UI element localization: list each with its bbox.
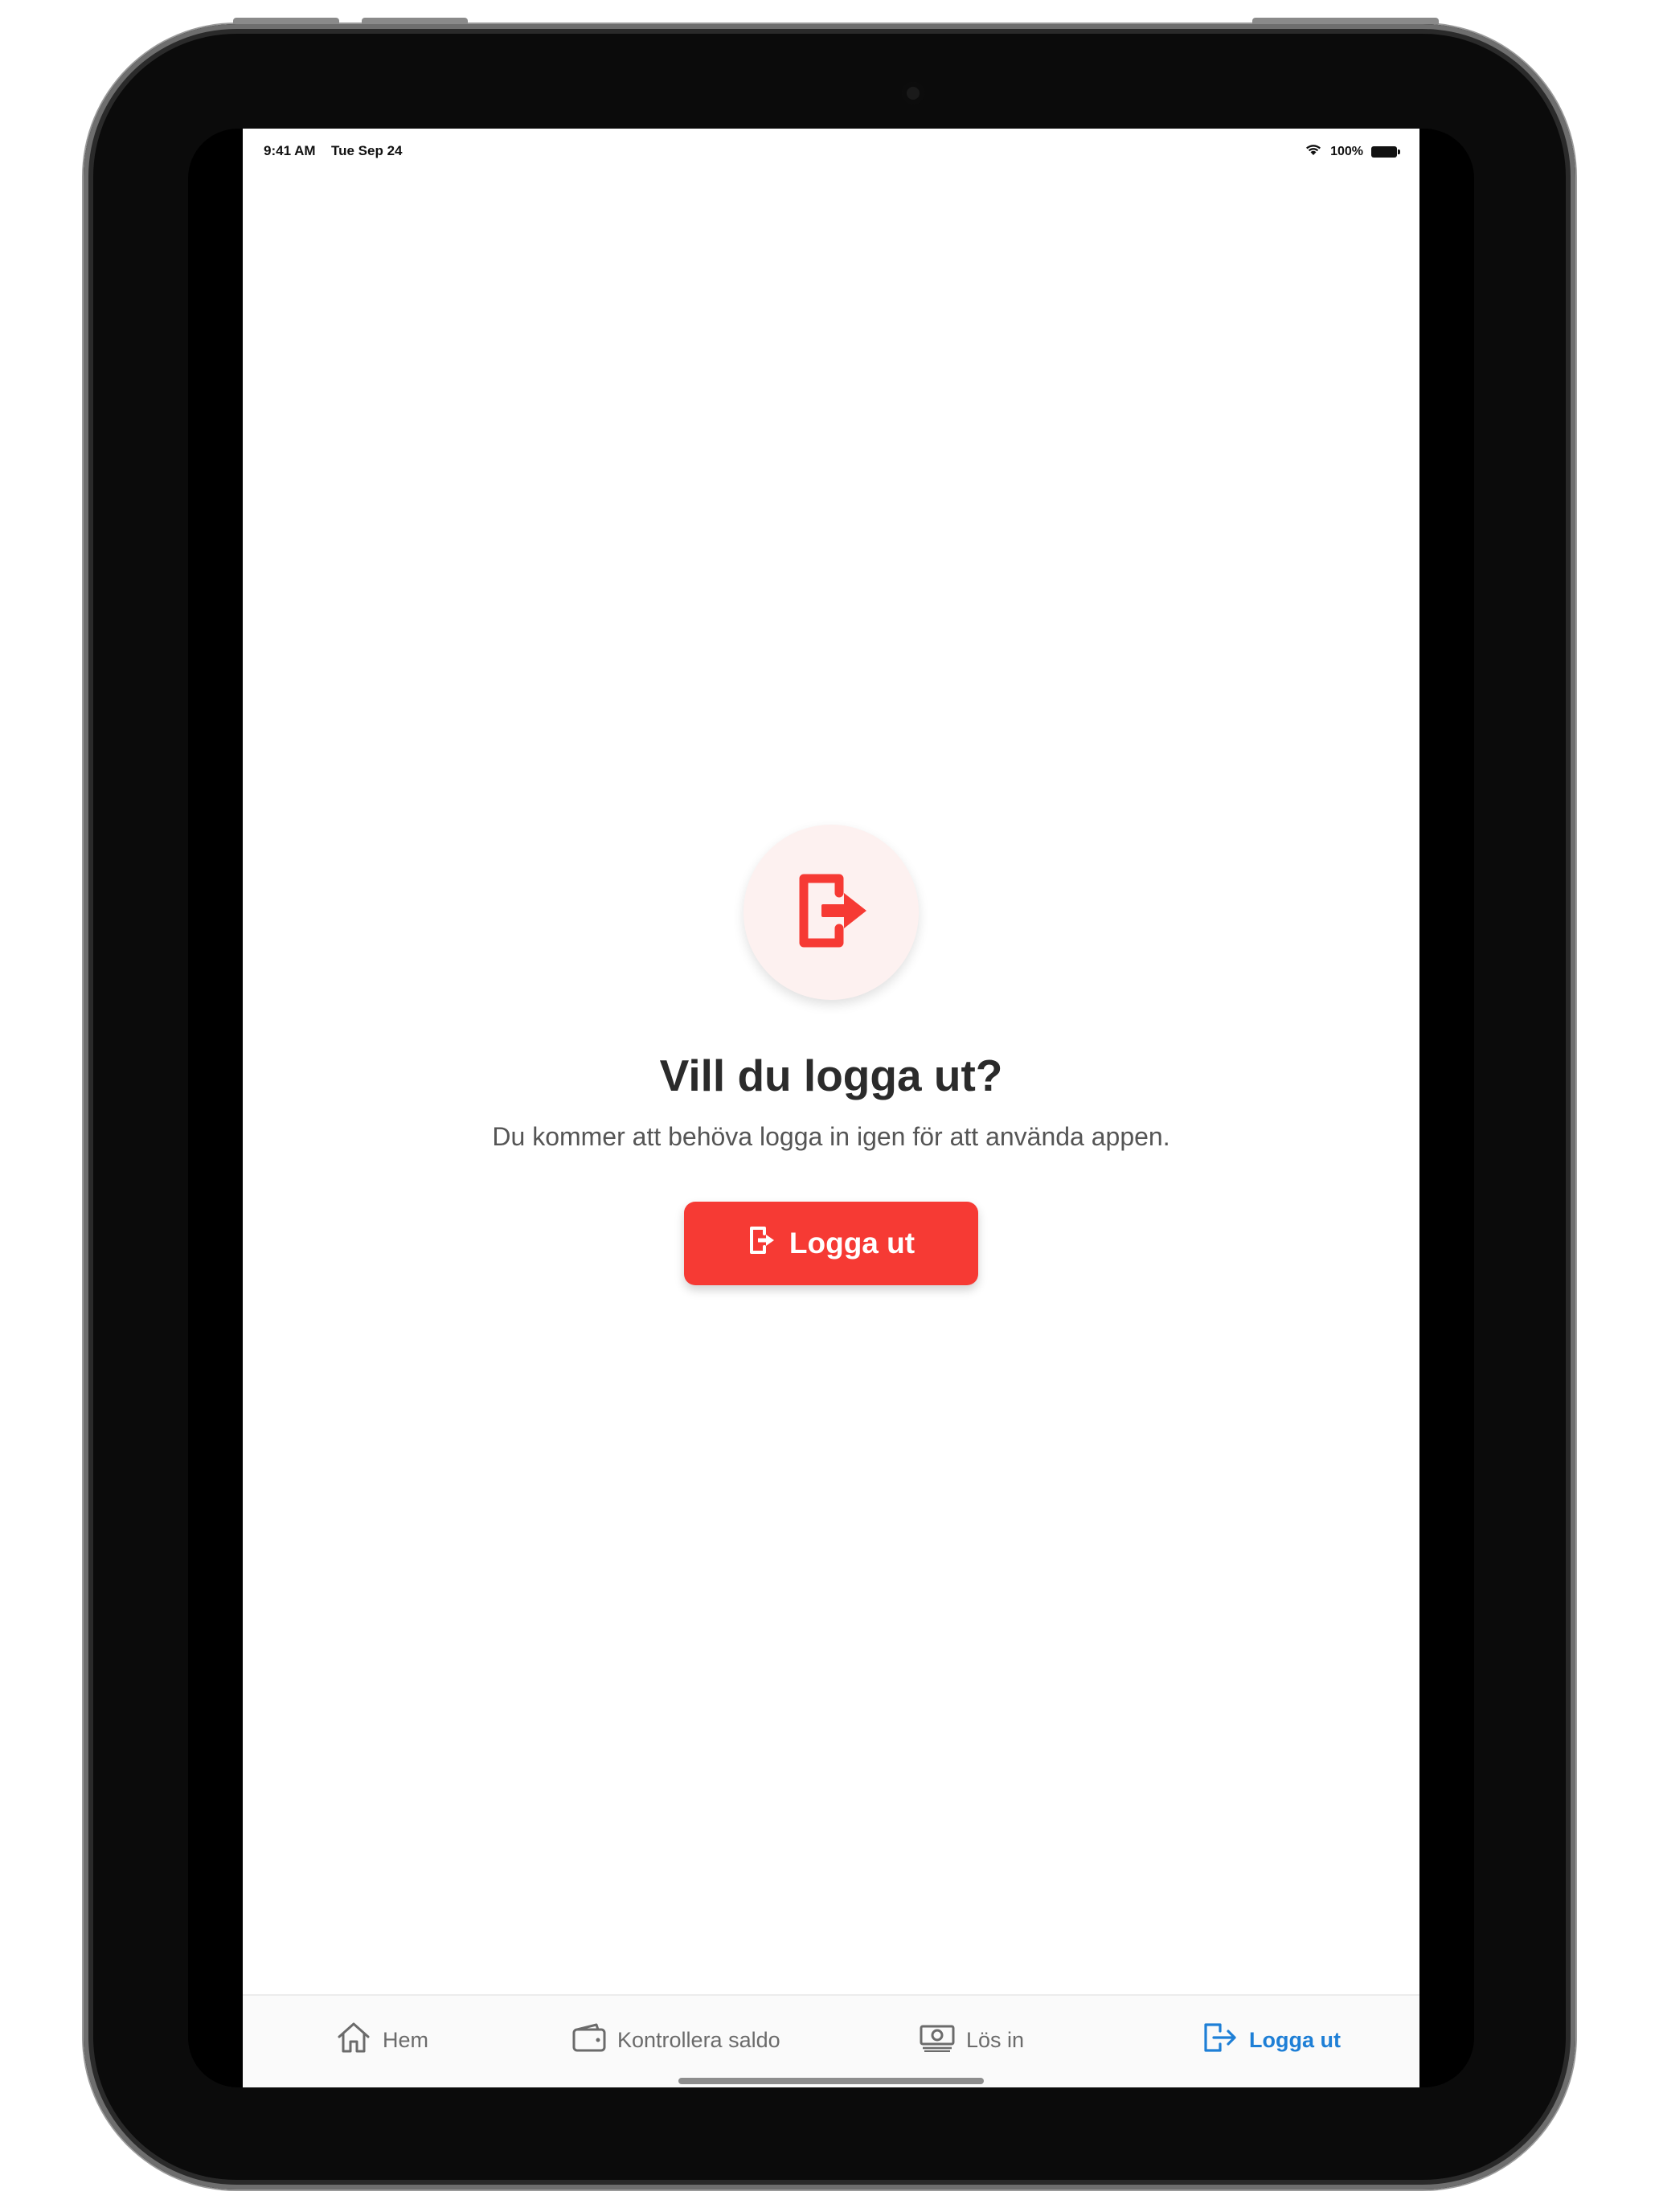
- tab-redeem[interactable]: Lös in: [920, 1996, 1024, 2084]
- app-screen: 9:41 AM Tue Sep 24 100% Vill du logga ut…: [243, 129, 1419, 2087]
- home-indicator[interactable]: [678, 2078, 984, 2084]
- volume-down-button: [362, 18, 468, 24]
- wifi-icon: [1305, 143, 1322, 160]
- tab-home-label: Hem: [383, 2027, 429, 2052]
- home-icon: [336, 2021, 371, 2060]
- front-camera: [902, 82, 924, 104]
- status-date: Tue Sep 24: [331, 143, 403, 158]
- status-time: 9:41 AM: [264, 143, 316, 158]
- tab-check-balance[interactable]: Kontrollera saldo: [572, 1996, 780, 2084]
- tab-logout-label: Logga ut: [1249, 2027, 1341, 2052]
- logout-confirmation: Vill du logga ut? Du kommer att behöva l…: [243, 825, 1419, 1285]
- dialog-title: Vill du logga ut?: [659, 1051, 1003, 1100]
- tab-home[interactable]: Hem: [336, 1996, 428, 2084]
- cash-icon: [920, 2023, 955, 2058]
- wallet-icon: [572, 2023, 606, 2058]
- dialog-message: Du kommer att behöva logga in igen för a…: [492, 1122, 1170, 1151]
- logout-icon: [1202, 2022, 1238, 2059]
- tab-check-balance-label: Kontrollera saldo: [617, 2027, 780, 2052]
- status-indicators: 100%: [1305, 143, 1400, 160]
- battery-percentage: 100%: [1330, 144, 1363, 158]
- logout-button[interactable]: Logga ut: [684, 1202, 978, 1285]
- tab-redeem-label: Lös in: [966, 2027, 1025, 2052]
- battery-icon: [1371, 145, 1400, 158]
- bottom-tab-bar: Hem Kontrollera saldo Lös in Logga ut: [243, 1994, 1419, 2087]
- power-button: [1252, 18, 1439, 24]
- logout-icon: [793, 869, 870, 956]
- logout-icon: [748, 1225, 775, 1263]
- status-bar: 9:41 AM Tue Sep 24 100%: [243, 129, 1419, 177]
- tab-logout[interactable]: Logga ut: [1202, 1996, 1341, 2084]
- volume-up-button: [233, 18, 339, 24]
- logout-icon-badge: [743, 825, 919, 1000]
- logout-button-label: Logga ut: [789, 1227, 916, 1260]
